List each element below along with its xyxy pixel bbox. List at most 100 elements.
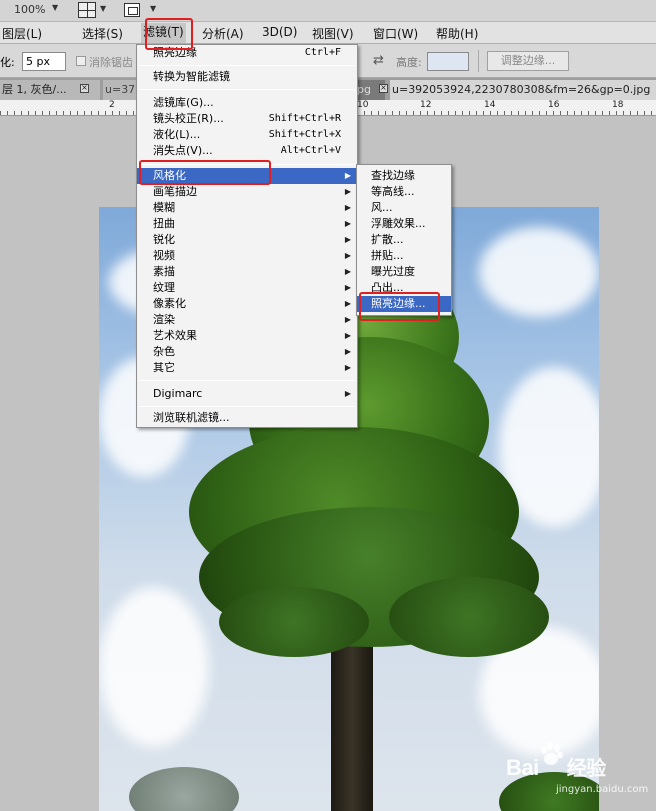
menu-item-sharpen[interactable]: 锐化 ▶ bbox=[137, 232, 357, 248]
ruler-number: 14 bbox=[484, 100, 496, 110]
submenu-item-wind[interactable]: 风... bbox=[357, 200, 451, 216]
menu-item-other[interactable]: 其它 ▶ bbox=[137, 360, 357, 376]
annotation-highlight-glowing-edges bbox=[359, 292, 440, 321]
zoom-level[interactable]: 100% bbox=[14, 3, 45, 16]
baidu-watermark: Bai 经验 jingyan.baidu.com bbox=[500, 742, 650, 808]
menu-item-label: 纹理 bbox=[153, 281, 175, 294]
submenu-arrow-icon: ▶ bbox=[344, 363, 351, 372]
menu-item-label: 素描 bbox=[153, 265, 175, 278]
menu-item-sketch[interactable]: 素描 ▶ bbox=[137, 264, 357, 280]
menu-item-artistic[interactable]: 艺术效果 ▶ bbox=[137, 328, 357, 344]
menu-item-digimarc[interactable]: Digimarc ▶ bbox=[137, 386, 357, 402]
arrange-documents-icon[interactable] bbox=[78, 2, 96, 18]
close-icon[interactable]: × bbox=[379, 84, 388, 93]
watermark-text: Bai 经验 bbox=[506, 752, 606, 781]
submenu-arrow-icon: ▶ bbox=[344, 267, 351, 276]
menu-item-label: 渲染 bbox=[153, 313, 175, 326]
menu-help[interactable]: 帮助(H) bbox=[436, 25, 478, 42]
menu-3d[interactable]: 3D(D) bbox=[262, 25, 297, 39]
menu-item-label: Digimarc bbox=[153, 387, 203, 400]
tab-label: pg bbox=[357, 83, 371, 96]
menu-item-liquify[interactable]: 液化(L)... Shift+Ctrl+X bbox=[137, 127, 357, 143]
feather-input[interactable]: 5 px bbox=[22, 52, 66, 71]
menu-item-convert-smart-filter[interactable]: 转换为智能滤镜 bbox=[137, 69, 357, 85]
adjust-edge-button[interactable]: 调整边缘... bbox=[487, 51, 569, 71]
submenu-arrow-icon: ▶ bbox=[344, 187, 351, 196]
menu-item-video[interactable]: 视频 ▶ bbox=[137, 248, 357, 264]
menu-item-label: 杂色 bbox=[153, 345, 175, 358]
tree-trunk bbox=[331, 627, 373, 811]
menu-item-label: 镜头校正(R)... bbox=[153, 112, 224, 125]
menu-item-blur[interactable]: 模糊 ▶ bbox=[137, 200, 357, 216]
submenu-arrow-icon: ▶ bbox=[344, 203, 351, 212]
tab-label: u=392053924,2230780308&fm=26&gp=0.jpg bbox=[392, 83, 651, 96]
menu-item-label: 模糊 bbox=[153, 201, 175, 214]
screen-mode-dropdown-icon[interactable]: ▼ bbox=[150, 4, 156, 13]
menu-layer[interactable]: 图层(L) bbox=[2, 25, 42, 42]
menu-item-label: 其它 bbox=[153, 361, 175, 374]
menu-analysis[interactable]: 分析(A) bbox=[202, 25, 244, 42]
toolbar-divider bbox=[478, 50, 479, 72]
menu-item-brush-strokes[interactable]: 画笔描边 ▶ bbox=[137, 184, 357, 200]
menu-view[interactable]: 视图(V) bbox=[312, 25, 354, 42]
menu-item-label: 像素化 bbox=[153, 297, 186, 310]
antialias-checkbox[interactable] bbox=[76, 56, 86, 66]
ruler-number: 16 bbox=[548, 100, 560, 110]
menu-item-vanishing-point[interactable]: 消失点(V)... Alt+Ctrl+V bbox=[137, 143, 357, 159]
screen-mode-icon[interactable] bbox=[124, 3, 140, 17]
menu-item-render[interactable]: 渲染 ▶ bbox=[137, 312, 357, 328]
ruler-number: 18 bbox=[612, 100, 624, 110]
menu-item-label: 艺术效果 bbox=[153, 329, 197, 342]
ruler-number: 10 bbox=[357, 100, 369, 110]
submenu-item-diffuse[interactable]: 扩散... bbox=[357, 232, 451, 248]
close-icon[interactable]: × bbox=[80, 84, 89, 93]
annotation-highlight-stylize bbox=[139, 160, 271, 185]
antialias-label: 消除锯齿 bbox=[89, 56, 133, 69]
swap-icon[interactable]: ⇄ bbox=[373, 53, 384, 68]
menu-divider bbox=[139, 406, 355, 407]
menu-item-noise[interactable]: 杂色 ▶ bbox=[137, 344, 357, 360]
menu-item-label: 液化(L)... bbox=[153, 128, 201, 141]
arrange-dropdown-icon[interactable]: ▼ bbox=[100, 4, 106, 13]
submenu-item-find-edges[interactable]: 查找边缘 bbox=[357, 168, 451, 184]
menu-item-label: 画笔描边 bbox=[153, 185, 197, 198]
submenu-item-trace-contour[interactable]: 等高线... bbox=[357, 184, 451, 200]
height-label: 高度: bbox=[396, 56, 422, 69]
menu-select[interactable]: 选择(S) bbox=[82, 25, 123, 42]
ruler-number: 2 bbox=[109, 100, 115, 110]
zoom-dropdown-icon[interactable]: ▼ bbox=[52, 3, 58, 12]
menu-bar: 图层(L) 选择(S) 滤镜(T) 分析(A) 3D(D) 视图(V) 窗口(W… bbox=[0, 22, 656, 44]
shortcut-label: Ctrl+F bbox=[304, 47, 341, 58]
submenu-arrow-icon: ▶ bbox=[344, 347, 351, 356]
menu-item-label: 转换为智能滤镜 bbox=[153, 70, 230, 83]
watermark-bai: Bai bbox=[506, 755, 539, 780]
annotation-highlight-filter-menu bbox=[145, 18, 193, 50]
submenu-arrow-icon: ▶ bbox=[344, 235, 351, 244]
tab-label: u=37 bbox=[105, 83, 136, 96]
submenu-item-solarize[interactable]: 曝光过度 bbox=[357, 264, 451, 280]
menu-item-distort[interactable]: 扭曲 ▶ bbox=[137, 216, 357, 232]
shortcut-label: Shift+Ctrl+X bbox=[268, 129, 341, 140]
submenu-item-emboss[interactable]: 浮雕效果... bbox=[357, 216, 451, 232]
menu-item-browse-online-filters[interactable]: 浏览联机滤镜... bbox=[137, 410, 357, 426]
submenu-item-tiles[interactable]: 拼贴... bbox=[357, 248, 451, 264]
menu-item-label: 消失点(V)... bbox=[153, 144, 213, 157]
menu-window[interactable]: 窗口(W) bbox=[373, 25, 418, 42]
menu-divider bbox=[139, 380, 355, 381]
filter-menu: 照亮边缘 Ctrl+F 转换为智能滤镜 滤镜库(G)... 镜头校正(R)... S… bbox=[136, 44, 358, 428]
menu-item-texture[interactable]: 纹理 ▶ bbox=[137, 280, 357, 296]
height-input[interactable] bbox=[427, 52, 469, 71]
shortcut-label: Alt+Ctrl+V bbox=[280, 145, 341, 156]
application-bar: 100% ▼ ▼ ▼ bbox=[0, 0, 656, 22]
feather-label: 化: bbox=[0, 56, 15, 69]
submenu-arrow-icon: ▶ bbox=[344, 331, 351, 340]
submenu-arrow-icon: ▶ bbox=[344, 299, 351, 308]
menu-item-pixelate[interactable]: 像素化 ▶ bbox=[137, 296, 357, 312]
shortcut-label: Shift+Ctrl+R bbox=[268, 113, 341, 124]
menu-item-lens-correction[interactable]: 镜头校正(R)... Shift+Ctrl+R bbox=[137, 111, 357, 127]
submenu-arrow-icon: ▶ bbox=[344, 251, 351, 260]
tab-active-document[interactable]: u=392053924,2230780308&fm=26&gp=0.jpg bbox=[390, 80, 656, 100]
tab-u37[interactable]: u=37 bbox=[103, 80, 138, 100]
submenu-arrow-icon: ▶ bbox=[344, 283, 351, 292]
menu-item-filter-gallery[interactable]: 滤镜库(G)... bbox=[137, 95, 357, 111]
